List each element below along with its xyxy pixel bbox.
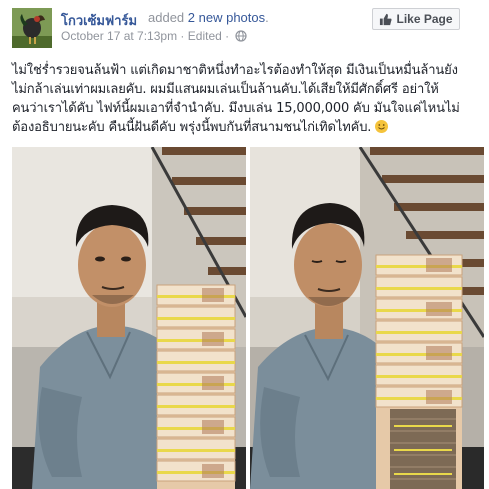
post-action: added 2 new photos. bbox=[148, 10, 269, 25]
rooster-avatar-image bbox=[12, 8, 52, 48]
edited-label[interactable]: Edited bbox=[188, 29, 222, 43]
photo-left[interactable] bbox=[12, 147, 246, 489]
post-meta: October 17 at 7:13pm · Edited · bbox=[61, 29, 248, 43]
post-message: ไม่ใช่ร่ำรวยจนล้นฟ้า แต่เกิดมาชาติหนึ่งท… bbox=[12, 61, 480, 137]
action-text: added bbox=[148, 10, 185, 25]
man-with-money-photo-2 bbox=[250, 147, 484, 489]
photo-right[interactable] bbox=[250, 147, 484, 489]
like-page-label: Like Page bbox=[396, 12, 453, 26]
meta-separator-2: · bbox=[225, 29, 230, 43]
man-with-money-photo bbox=[12, 147, 246, 489]
smile-emoji-icon bbox=[375, 120, 389, 133]
page-name-link[interactable]: โกวเซ้มฟาร์ม bbox=[61, 10, 137, 31]
meta-separator: · bbox=[180, 29, 185, 43]
timestamp-link[interactable]: October 17 at 7:13pm bbox=[61, 29, 177, 43]
globe-icon[interactable] bbox=[235, 30, 248, 42]
post-line-text: ต้องอธิบายนะคับ คืนนี้ฝันดีคับ พรุ่งนี้พ… bbox=[12, 120, 372, 135]
photos-link[interactable]: 2 new photos bbox=[188, 10, 265, 25]
post-line: คนว่าเราได้คับ ไฟท์นี้ผมเอาที่จำนำคับ. ม… bbox=[12, 101, 460, 116]
post-line: ไม่ใช่ร่ำรวยจนล้นฟ้า แต่เกิดมาชาติหนึ่งท… bbox=[12, 63, 458, 78]
page-avatar[interactable] bbox=[12, 8, 52, 48]
post-line: ต้องอธิบายนะคับ คืนนี้ฝันดีคับ พรุ่งนี้พ… bbox=[12, 118, 480, 137]
like-page-button[interactable]: Like Page bbox=[372, 8, 460, 30]
thumbs-up-icon bbox=[380, 13, 393, 25]
post-line: ไม่กล้าเล่นเท่าผมเลยคับ. ผมมีแสนผมเล่นเป… bbox=[12, 82, 439, 97]
